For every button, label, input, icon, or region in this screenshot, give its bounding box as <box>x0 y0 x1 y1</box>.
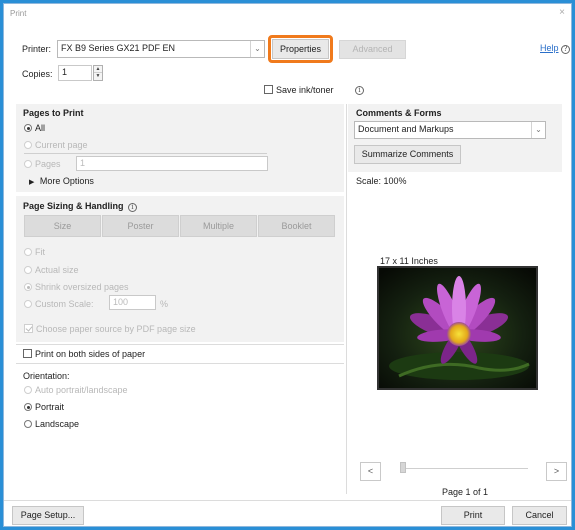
radio-shrink-button[interactable] <box>24 283 32 291</box>
page-slider-track[interactable] <box>402 468 528 469</box>
page-preview <box>377 266 538 390</box>
comments-forms-select[interactable]: Document and Markups ⌄ <box>354 121 546 139</box>
comments-forms-heading: Comments & Forms <box>356 108 442 118</box>
radio-all[interactable]: All <box>24 123 45 133</box>
pages-range-input[interactable]: 1 <box>76 156 268 171</box>
orientation-heading: Orientation: <box>23 371 70 381</box>
footer-divider <box>4 500 571 501</box>
page-sizing-info-icon[interactable]: i <box>128 203 138 212</box>
radio-custom-scale-label: Custom Scale: <box>35 299 94 309</box>
help-icon[interactable]: ? <box>561 45 571 54</box>
tab-poster[interactable]: Poster <box>102 215 179 237</box>
radio-landscape[interactable]: Landscape <box>24 419 79 429</box>
water-lily-image <box>379 268 536 388</box>
previous-page-button[interactable]: < <box>360 462 381 481</box>
radio-actual-size-label: Actual size <box>35 265 79 275</box>
properties-button[interactable]: Properties <box>272 39 329 59</box>
choose-paper-option[interactable]: Choose paper source by PDF page size <box>24 324 196 334</box>
paper-size-label: 17 x 11 Inches <box>380 256 438 266</box>
save-ink-info-icon[interactable]: i <box>355 84 364 95</box>
page-sizing-heading: Page Sizing & Handling i <box>23 201 138 212</box>
radio-current-page-button[interactable] <box>24 141 32 149</box>
choose-paper-checkbox[interactable] <box>24 324 33 333</box>
radio-auto-orientation[interactable]: Auto portrait/landscape <box>24 385 128 395</box>
radio-all-button[interactable] <box>24 124 32 132</box>
save-ink-label: Save ink/toner <box>276 85 334 95</box>
printer-select[interactable]: FX B9 Series GX21 PDF EN ⌄ <box>57 40 265 58</box>
radio-auto-orientation-label: Auto portrait/landscape <box>35 385 128 395</box>
radio-portrait-button[interactable] <box>24 403 32 411</box>
tab-size[interactable]: Size <box>24 215 101 237</box>
chevron-down-icon: ⌄ <box>250 41 264 57</box>
radio-pages[interactable]: Pages <box>24 159 61 169</box>
duplex-divider <box>16 344 344 345</box>
caret-right-icon: ▶ <box>29 179 35 186</box>
radio-custom-scale-button[interactable] <box>24 300 32 308</box>
radio-shrink[interactable]: Shrink oversized pages <box>24 282 129 292</box>
save-ink-checkbox[interactable] <box>264 85 273 94</box>
radio-fit-button[interactable] <box>24 248 32 256</box>
custom-scale-input[interactable]: 100 <box>109 295 156 310</box>
cancel-button[interactable]: Cancel <box>512 506 567 525</box>
help-link-group: Help ? <box>540 43 571 54</box>
duplex-option[interactable]: Print on both sides of paper <box>23 349 145 359</box>
column-divider <box>346 104 347 494</box>
save-ink-option[interactable]: Save ink/toner <box>264 85 334 95</box>
chevron-left-icon: < <box>367 466 374 476</box>
more-options-label: More Options <box>39 176 94 186</box>
comments-forms-select-value: Document and Markups <box>358 124 454 134</box>
stepper-up-icon[interactable]: ▲ <box>94 66 102 73</box>
help-link[interactable]: Help <box>540 43 559 53</box>
print-dialog: Print × Printer: FX B9 Series GX21 PDF E… <box>3 3 572 527</box>
radio-current-page[interactable]: Current page <box>24 140 88 150</box>
radio-landscape-button[interactable] <box>24 420 32 428</box>
printer-label: Printer: <box>22 44 52 54</box>
stepper-down-icon[interactable]: ▼ <box>94 73 102 80</box>
page-slider-thumb[interactable] <box>400 462 406 473</box>
radio-portrait-label: Portrait <box>35 402 65 412</box>
radio-portrait[interactable]: Portrait <box>24 402 64 412</box>
radio-pages-label: Pages <box>35 159 61 169</box>
advanced-button[interactable]: Advanced <box>339 40 406 59</box>
radio-current-page-label: Current page <box>35 140 88 150</box>
chevron-right-icon: > <box>553 466 560 476</box>
copies-input[interactable]: 1 <box>58 65 92 81</box>
summarize-comments-button[interactable]: Summarize Comments <box>354 145 461 164</box>
radio-custom-scale[interactable]: Custom Scale: <box>24 299 94 309</box>
radio-actual-size-button[interactable] <box>24 266 32 274</box>
choose-paper-label: Choose paper source by PDF page size <box>36 324 196 334</box>
radio-shrink-label: Shrink oversized pages <box>35 282 129 292</box>
duplex-label: Print on both sides of paper <box>35 349 146 359</box>
chevron-down-icon: ⌄ <box>531 122 545 138</box>
printer-select-value: FX B9 Series GX21 PDF EN <box>61 43 176 53</box>
next-page-button[interactable]: > <box>546 462 567 481</box>
radio-landscape-label: Landscape <box>35 419 80 429</box>
radio-fit-label: Fit <box>35 247 45 257</box>
copies-label: Copies: <box>22 69 53 79</box>
window-title: Print <box>10 9 27 18</box>
radio-auto-orientation-button[interactable] <box>24 386 32 394</box>
more-options-toggle[interactable]: ▶ More Options <box>29 176 94 186</box>
duplex-checkbox[interactable] <box>23 349 32 358</box>
radio-all-label: All <box>35 123 46 133</box>
current-page-divider <box>24 153 267 154</box>
page-setup-button[interactable]: Page Setup... <box>12 506 84 525</box>
close-icon[interactable]: × <box>559 7 565 18</box>
page-indicator: Page 1 of 1 <box>442 487 489 497</box>
scale-label: Scale: 100% <box>356 176 407 186</box>
tab-multiple[interactable]: Multiple <box>180 215 257 237</box>
radio-pages-button[interactable] <box>24 160 32 168</box>
radio-actual-size[interactable]: Actual size <box>24 265 79 275</box>
page-sizing-heading-text: Page Sizing & Handling <box>23 201 124 211</box>
copies-stepper[interactable]: ▲ ▼ <box>93 65 103 81</box>
radio-fit[interactable]: Fit <box>24 247 45 257</box>
print-button[interactable]: Print <box>441 506 505 525</box>
pages-to-print-heading: Pages to Print <box>23 108 84 118</box>
percent-label: % <box>160 299 169 309</box>
orientation-divider <box>16 363 344 364</box>
tab-booklet[interactable]: Booklet <box>258 215 335 237</box>
